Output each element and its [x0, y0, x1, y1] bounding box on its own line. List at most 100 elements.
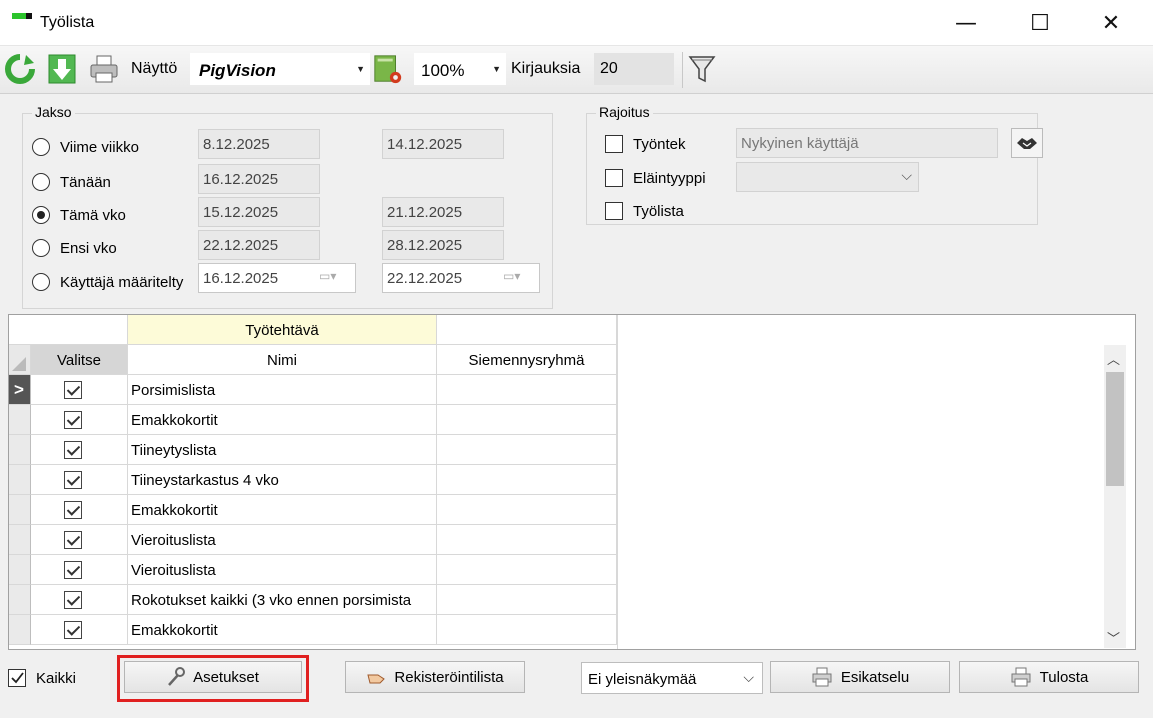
chevron-down-icon: ▼ [492, 64, 501, 74]
radio-ensi-vko[interactable] [32, 239, 50, 257]
chevron-down-icon: ⌵ [901, 167, 912, 183]
radio-tama-vko[interactable] [32, 206, 50, 224]
row-nimi-text: Tiineytyslista [131, 442, 217, 459]
row-nimi-text: Vieroituslista [131, 562, 216, 579]
scroll-up-icon[interactable]: ︿ [1107, 349, 1120, 368]
col-header-text: Valitse [57, 352, 101, 369]
col-nimi-header[interactable]: Nimi [128, 345, 437, 375]
naytto-label: Näyttö [131, 60, 178, 77]
row-header[interactable] [9, 465, 31, 495]
row-checkbox[interactable] [64, 441, 82, 459]
row-nimi-cell[interactable]: Emakkokortit [128, 405, 437, 435]
row-siemennys-cell[interactable] [437, 465, 617, 495]
print-icon[interactable] [88, 52, 120, 86]
row-checkbox[interactable] [64, 561, 82, 579]
row-header[interactable] [9, 525, 31, 555]
date-to-ensi-vko: 28.12.2025 [382, 230, 504, 260]
row-checkbox-cell[interactable] [31, 375, 128, 405]
maximize-button[interactable]: ☐ [1005, 0, 1075, 46]
close-button[interactable]: ✕ [1076, 0, 1146, 46]
elaintyyppi-select[interactable]: ⌵ [736, 162, 919, 192]
col-valitse-header[interactable]: Valitse [31, 345, 128, 375]
tulosta-label: Tulosta [1039, 668, 1089, 686]
date-value: 16.12.2025 [203, 171, 279, 188]
row-nimi-cell[interactable]: Vieroituslista [128, 525, 437, 555]
kirjauksia-label: Kirjauksia [511, 60, 581, 77]
row-checkbox[interactable] [64, 501, 82, 519]
row-checkbox-cell[interactable] [31, 585, 128, 615]
row-siemennys-cell[interactable] [437, 405, 617, 435]
row-checkbox-cell[interactable] [31, 615, 128, 645]
row-nimi-cell[interactable]: Emakkokortit [128, 615, 437, 645]
date-value: 15.12.2025 [203, 204, 279, 221]
row-nimi-cell[interactable]: Porsimislista [128, 375, 437, 405]
view-select[interactable]: Ei yleisnäkymää ⌵ [581, 662, 763, 694]
row-checkbox[interactable] [64, 381, 82, 399]
row-header[interactable] [9, 495, 31, 525]
row-checkbox[interactable] [64, 531, 82, 549]
row-nimi-text: Rokotukset kaikki (3 vko ennen porsimist… [131, 592, 412, 609]
filter-icon[interactable] [686, 52, 718, 86]
row-header[interactable] [9, 585, 31, 615]
radio-kayttaja-maaritelty[interactable] [32, 273, 50, 291]
row-siemennys-cell[interactable] [437, 435, 617, 465]
row-siemennys-cell[interactable] [437, 615, 617, 645]
asetukset-button[interactable]: Asetukset [124, 661, 302, 693]
kirjauksia-input[interactable]: 20 [594, 53, 674, 85]
row-siemennys-cell[interactable] [437, 555, 617, 585]
select-all-corner[interactable] [9, 345, 31, 375]
row-checkbox-cell[interactable] [31, 495, 128, 525]
tulosta-button[interactable]: Tulosta [959, 661, 1139, 693]
minimize-button[interactable]: — [931, 0, 1001, 46]
naytto-select[interactable]: PigVision ▼ [190, 53, 370, 85]
download-icon[interactable] [46, 52, 78, 86]
zoom-select[interactable]: 100% ▼ [414, 53, 506, 85]
row-siemennys-cell[interactable] [437, 585, 617, 615]
row-nimi-cell[interactable]: Emakkokortit [128, 495, 437, 525]
row-checkbox-cell[interactable] [31, 405, 128, 435]
tyontek-checkbox[interactable] [605, 135, 623, 153]
tyontek-field: Nykyinen käyttäjä [736, 128, 998, 158]
row-header[interactable] [9, 615, 31, 645]
row-checkbox-cell[interactable] [31, 555, 128, 585]
label-tama-vko: Tämä vko [60, 207, 126, 224]
label-kayttaja-maaritelty: Käyttäjä määritelty [60, 274, 184, 291]
handshake-icon[interactable] [1011, 128, 1043, 158]
elaintyyppi-checkbox[interactable] [605, 169, 623, 187]
row-checkbox-cell[interactable] [31, 525, 128, 555]
report-settings-icon[interactable] [372, 52, 404, 86]
row-nimi-cell[interactable]: Tiineystarkastus 4 vko [128, 465, 437, 495]
row-siemennys-cell[interactable] [437, 495, 617, 525]
row-nimi-cell[interactable]: Tiineytyslista [128, 435, 437, 465]
tyolista-checkbox[interactable] [605, 202, 623, 220]
kaikki-checkbox[interactable] [8, 669, 26, 687]
date-picker-to[interactable]: 22.12.2025 ▭▾ [382, 263, 540, 293]
row-header[interactable] [9, 555, 31, 585]
calendar-icon[interactable]: ▭▾ [319, 269, 349, 287]
radio-viime-viikko[interactable] [32, 138, 50, 156]
jakso-title: Jakso [32, 104, 75, 120]
row-checkbox-cell[interactable] [31, 435, 128, 465]
calendar-icon[interactable]: ▭▾ [503, 269, 533, 287]
row-siemennys-cell[interactable] [437, 525, 617, 555]
row-nimi-cell[interactable]: Rokotukset kaikki (3 vko ennen porsimist… [128, 585, 437, 615]
row-header[interactable]: > [9, 375, 31, 405]
row-checkbox[interactable] [64, 411, 82, 429]
row-checkbox[interactable] [64, 591, 82, 609]
row-checkbox-cell[interactable] [31, 465, 128, 495]
row-siemennys-cell[interactable] [437, 375, 617, 405]
esikatselu-button[interactable]: Esikatselu [770, 661, 950, 693]
date-picker-from[interactable]: 16.12.2025 ▭▾ [198, 263, 356, 293]
radio-tanaan[interactable] [32, 173, 50, 191]
rekisterointilista-button[interactable]: Rekisteröintilista [345, 661, 525, 693]
row-checkbox[interactable] [64, 471, 82, 489]
col-siemennys-header[interactable]: Siemennysryhmä [437, 345, 617, 375]
row-header[interactable] [9, 435, 31, 465]
row-checkbox[interactable] [64, 621, 82, 639]
label-ensi-vko: Ensi vko [60, 240, 117, 257]
scrollbar-thumb[interactable] [1106, 372, 1124, 486]
row-header[interactable] [9, 405, 31, 435]
row-nimi-cell[interactable]: Vieroituslista [128, 555, 437, 585]
refresh-icon[interactable] [4, 52, 36, 86]
scroll-down-icon[interactable]: ﹀ [1107, 628, 1120, 647]
